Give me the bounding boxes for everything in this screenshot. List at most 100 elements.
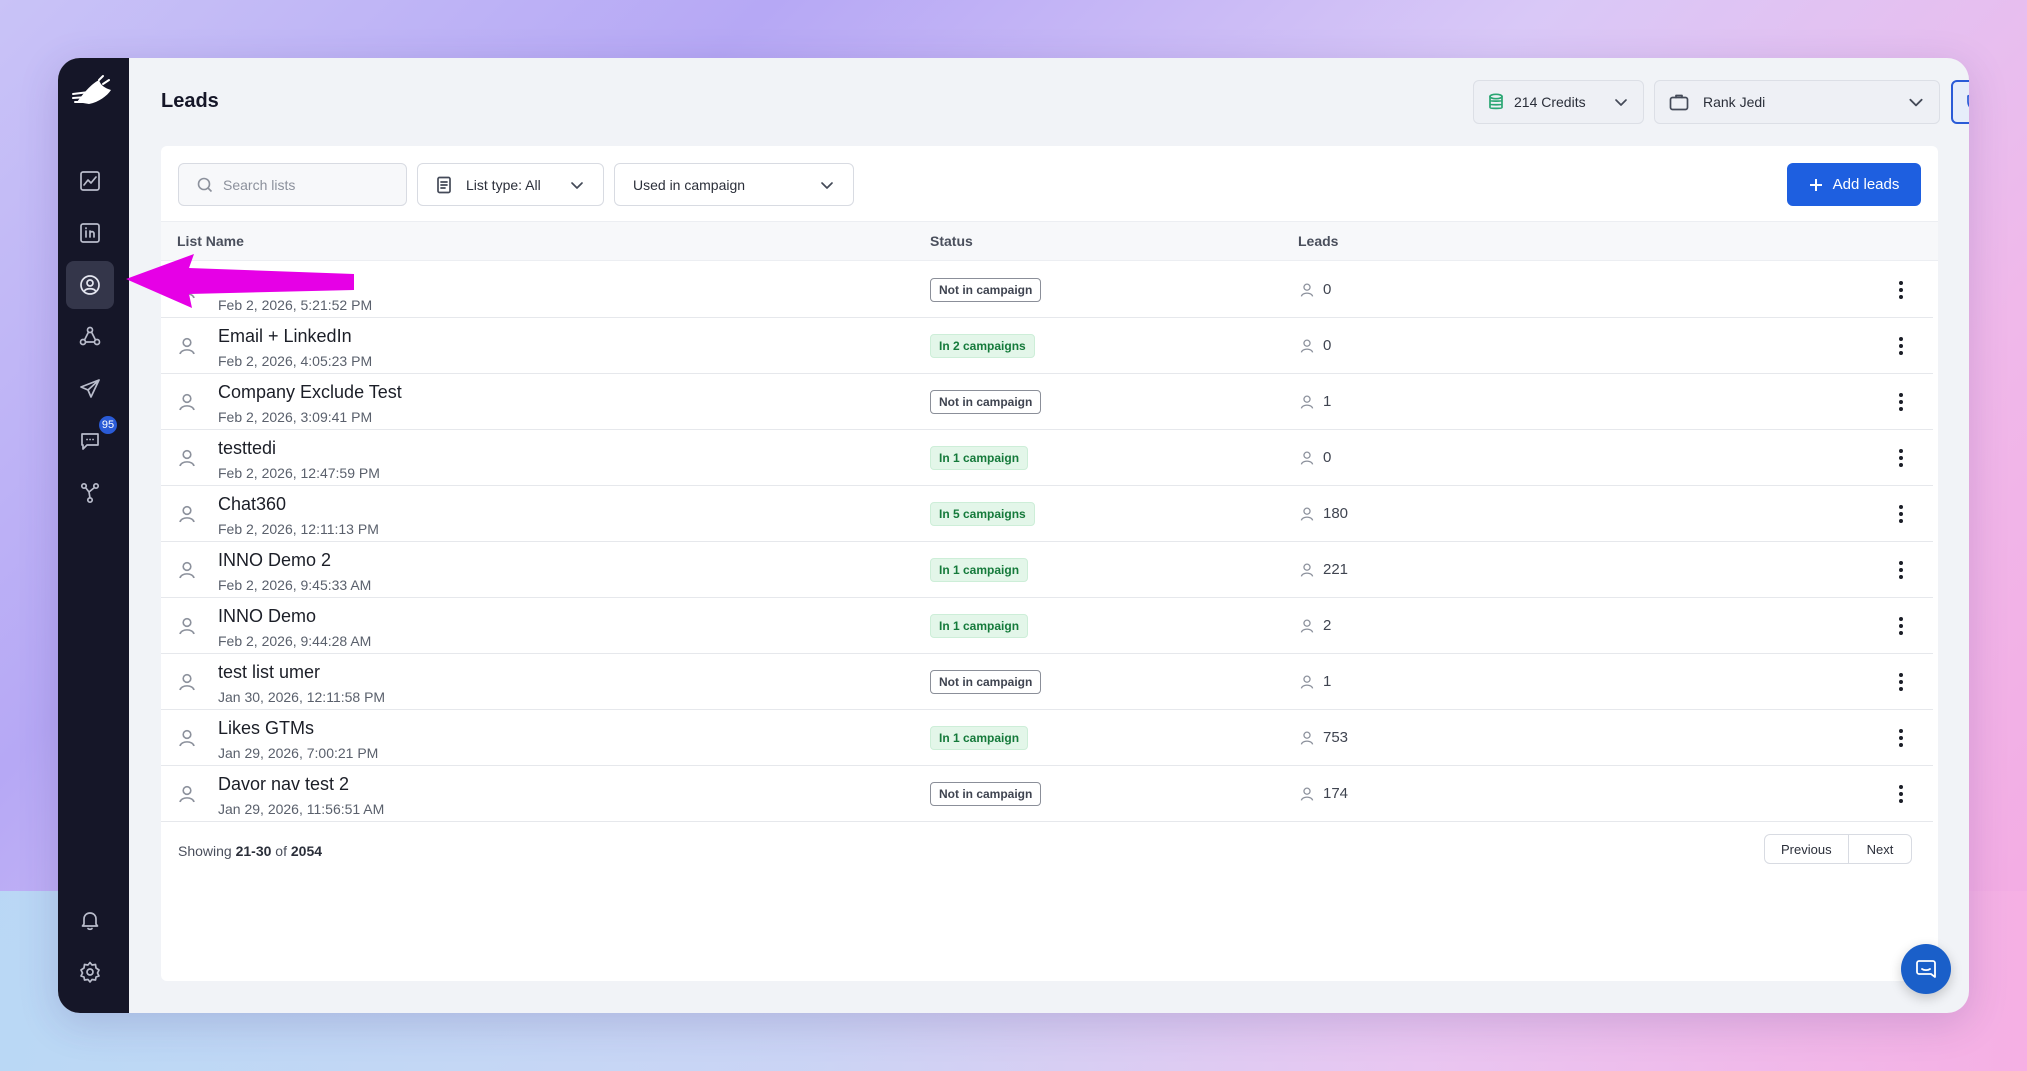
plus-icon (1809, 178, 1822, 191)
nav-messages[interactable]: 95 (66, 414, 119, 465)
list-name[interactable]: INNO Demo (218, 606, 316, 627)
list-name[interactable]: Email + LinkedIn (218, 326, 352, 347)
nav-notifications[interactable] (66, 896, 114, 944)
status-badge: In 1 campaign (930, 726, 1029, 750)
page-title: Leads (161, 90, 219, 112)
chevron-down-icon (1909, 98, 1923, 107)
status-badge: In 1 campaign (930, 446, 1029, 470)
nav-analytics[interactable] (66, 157, 114, 205)
list-created-date: Jan 29, 2026, 11:56:51 AM (218, 801, 385, 817)
list-created-date: Feb 2, 2026, 9:45:33 AM (218, 577, 372, 593)
list-name[interactable]: Company Exclude Test (218, 382, 402, 403)
credits-dropdown[interactable]: 214 Credits (1473, 80, 1644, 124)
person-icon (1300, 563, 1314, 577)
linkedin-icon (80, 223, 100, 243)
list-name[interactable]: Davor nav test 2 (218, 774, 349, 795)
person-icon (177, 728, 197, 753)
bell-icon (81, 912, 99, 931)
search-box[interactable] (178, 163, 407, 206)
brand-logo (72, 75, 111, 104)
list-type-filter[interactable]: List type: All (417, 163, 604, 206)
workspace-label: Rank Jedi (1703, 94, 1766, 110)
person-icon (177, 448, 197, 473)
person-icon (1300, 787, 1314, 801)
list-name[interactable]: test list umer (218, 662, 320, 683)
row-menu-button[interactable] (1893, 612, 1909, 640)
table-row[interactable]: Davor nav test 2 Jan 29, 2026, 11:56:51 A… (161, 766, 1933, 822)
support-chat-button[interactable] (1901, 944, 1951, 994)
nav-integrations[interactable] (66, 469, 114, 517)
list-created-date: Feb 2, 2026, 12:11:13 PM (218, 521, 379, 537)
total-count: 2054 (290, 843, 323, 859)
list-created-date: Jan 29, 2026, 7:00:21 PM (218, 745, 379, 761)
status-badge: Not in campaign (930, 278, 1042, 302)
table-row[interactable]: Company Exclude Test Feb 2, 2026, 3:09:41… (161, 374, 1933, 430)
table-row[interactable]: Email + LinkedIn Feb 2, 2026, 4:05:23 PM I… (161, 318, 1933, 374)
lead-count-value: 1 (1323, 393, 1332, 410)
nav-leads[interactable] (66, 261, 114, 309)
campaign-usage-filter[interactable]: Used in campaign (614, 163, 854, 206)
security-button[interactable] (1951, 80, 1969, 124)
pagination: Previous Next (1764, 834, 1913, 864)
nav-campaigns[interactable] (66, 365, 114, 413)
table-row[interactable]: Likes GTMs Jan 29, 2026, 7:00:21 PM In 1 c… (161, 710, 1933, 766)
table-row[interactable]: INNO Demo 2 Feb 2, 2026, 9:45:33 AM In 1 c… (161, 542, 1933, 598)
campaign-filter-label: Used in campaign (633, 176, 746, 193)
person-icon (1300, 283, 1314, 297)
column-header-leads: Leads (1298, 233, 1339, 249)
list-name[interactable]: testtedi (218, 438, 276, 459)
lead-count-value: 180 (1323, 505, 1349, 522)
person-icon (1300, 339, 1314, 353)
lead-count-value: 1 (1323, 673, 1332, 690)
status-badge: Not in campaign (930, 782, 1042, 806)
status-badge: Not in campaign (930, 670, 1042, 694)
nav-network[interactable] (66, 313, 114, 361)
row-menu-button[interactable] (1893, 332, 1909, 360)
person-icon (1300, 451, 1314, 465)
lead-count-value: 753 (1323, 729, 1349, 746)
main-content: Leads 214 Credits Rank Jedi List type: A… (129, 58, 1969, 1013)
search-icon (197, 177, 213, 192)
row-menu-button[interactable] (1893, 500, 1909, 528)
chevron-down-icon (571, 181, 583, 189)
person-icon (177, 616, 197, 641)
previous-page-button[interactable]: Previous (1765, 835, 1848, 863)
row-menu-button[interactable] (1893, 668, 1909, 696)
lead-count: 1 (1299, 673, 1331, 690)
row-menu-button[interactable] (1893, 724, 1909, 752)
row-menu-button[interactable] (1893, 444, 1909, 472)
nav-settings[interactable] (66, 948, 114, 996)
lead-count: 0 (1299, 281, 1331, 298)
row-menu-button[interactable] (1893, 276, 1909, 304)
chat-bubble-icon (1916, 960, 1936, 978)
lead-count: 174 (1299, 785, 1348, 802)
row-menu-button[interactable] (1893, 388, 1909, 416)
chart-icon (80, 171, 100, 191)
status-badge: Not in campaign (930, 390, 1042, 414)
list-created-date: Feb 2, 2026, 12:47:59 PM (218, 465, 380, 481)
table-row[interactable]: INNO Demo Feb 2, 2026, 9:44:28 AM In 1 cam… (161, 598, 1933, 654)
workflow-icon (80, 482, 100, 504)
person-icon (1300, 619, 1314, 633)
row-menu-button[interactable] (1893, 780, 1909, 808)
table-row[interactable]: Feb 2, 2026, 5:21:52 PM Not in campaign 0 (161, 262, 1933, 318)
table-row[interactable]: test list umer Jan 30, 2026, 12:11:58 PM N… (161, 654, 1933, 710)
table-row[interactable]: testtedi Feb 2, 2026, 12:47:59 PM In 1 cam… (161, 430, 1933, 486)
list-name[interactable]: INNO Demo 2 (218, 550, 331, 571)
list-name[interactable]: Likes GTMs (218, 718, 314, 739)
lead-count: 180 (1299, 505, 1348, 522)
lead-count-value: 2 (1323, 617, 1332, 634)
user-circle-icon (80, 275, 100, 295)
table-row[interactable]: Chat360 Feb 2, 2026, 12:11:13 PM In 5 camp… (161, 486, 1933, 542)
person-icon (177, 504, 197, 529)
chevron-down-icon (821, 181, 833, 189)
person-icon (1300, 675, 1314, 689)
column-header-name: List Name (177, 233, 244, 249)
next-page-button[interactable]: Next (1847, 835, 1912, 863)
row-menu-button[interactable] (1893, 556, 1909, 584)
search-input[interactable] (223, 176, 393, 193)
workspace-dropdown[interactable]: Rank Jedi (1654, 80, 1940, 124)
list-name[interactable]: Chat360 (218, 494, 286, 515)
nav-linkedin[interactable] (66, 209, 114, 257)
add-leads-button[interactable]: Add leads (1787, 163, 1921, 206)
